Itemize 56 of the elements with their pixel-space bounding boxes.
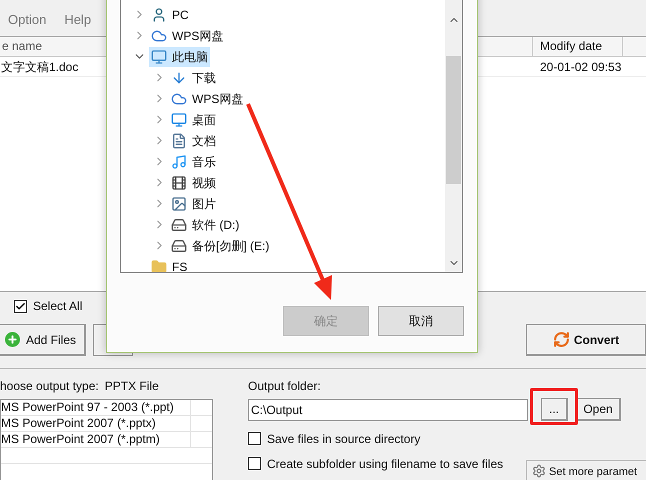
picture-icon <box>171 196 187 212</box>
music-note-icon <box>171 154 187 170</box>
tree-item[interactable]: 图片 <box>169 194 218 214</box>
list-item[interactable]: MS PowerPoint 2007 (*.pptx) <box>1 416 191 431</box>
scroll-thumb[interactable] <box>446 56 461 184</box>
tree-item[interactable]: WPS网盘 <box>169 88 246 108</box>
tree-item[interactable]: 备份[勿删] (E:) <box>169 236 272 256</box>
checkbox[interactable] <box>248 457 261 470</box>
output-type-label: hoose output type: <box>0 378 99 393</box>
select-all-label: Select All <box>33 298 82 315</box>
tree-item[interactable]: FS <box>149 256 190 272</box>
output-type-value: PPTX File <box>104 378 159 393</box>
open-button[interactable]: Open <box>576 398 621 421</box>
output-folder-label: Output folder: <box>248 378 322 393</box>
highlight-frame <box>530 388 578 425</box>
table-cell-text: 文字文稿1.doc <box>0 59 80 76</box>
person-icon <box>151 6 167 22</box>
cloud-icon <box>151 28 167 44</box>
convert-button[interactable]: Convert <box>526 324 646 356</box>
check-icon <box>15 300 26 312</box>
scrollbar[interactable] <box>445 0 462 272</box>
tree-item[interactable]: 音乐 <box>169 152 218 172</box>
option-label: Create subfolder using filename to save files <box>267 456 504 472</box>
option-label: Save files in source directory <box>267 430 420 448</box>
tree-item[interactable]: 下载 <box>169 68 218 88</box>
tree-item[interactable]: WPS网盘 <box>149 26 226 46</box>
menu-item[interactable]: Option <box>8 10 46 30</box>
film-icon <box>171 174 187 190</box>
list-item[interactable]: MS PowerPoint 97 - 2003 (*.ppt) <box>1 400 191 415</box>
checkbox[interactable] <box>248 432 261 445</box>
more-parameters-button[interactable]: Set more paramet <box>526 460 646 480</box>
document-icon <box>171 132 187 148</box>
table-cell-text: 20-01-02 09:53 <box>539 59 622 76</box>
cloud-icon <box>171 90 187 106</box>
column-header[interactable]: Modify date <box>533 37 623 56</box>
add-files-button[interactable]: Add Files <box>0 324 86 356</box>
drive-icon <box>171 216 187 232</box>
tree-item[interactable]: 软件 (D:) <box>169 214 242 234</box>
menu-item[interactable]: Help <box>64 10 92 30</box>
tree-item[interactable]: 视频 <box>169 172 218 192</box>
drive-icon <box>171 238 187 254</box>
list-item[interactable]: MS PowerPoint 2007 (*.pptm) <box>1 432 191 447</box>
computer-icon <box>151 48 167 64</box>
convert-arrows-icon <box>552 331 570 348</box>
cancel-button[interactable]: 取消 <box>378 306 464 336</box>
tree-item[interactable]: 文档 <box>169 130 218 150</box>
download-arrow-icon <box>171 70 187 86</box>
gear-icon <box>532 464 546 478</box>
desktop-icon <box>171 112 187 128</box>
output-folder-field[interactable]: C:\Output <box>248 398 528 420</box>
tree-item[interactable]: PC <box>149 4 191 24</box>
tree-item[interactable]: 此电脑 <box>149 46 210 66</box>
browse-button[interactable]: ... <box>541 398 568 421</box>
checkbox[interactable] <box>14 300 27 312</box>
folder-icon <box>151 258 167 272</box>
tree-item[interactable]: 桌面 <box>169 110 218 130</box>
